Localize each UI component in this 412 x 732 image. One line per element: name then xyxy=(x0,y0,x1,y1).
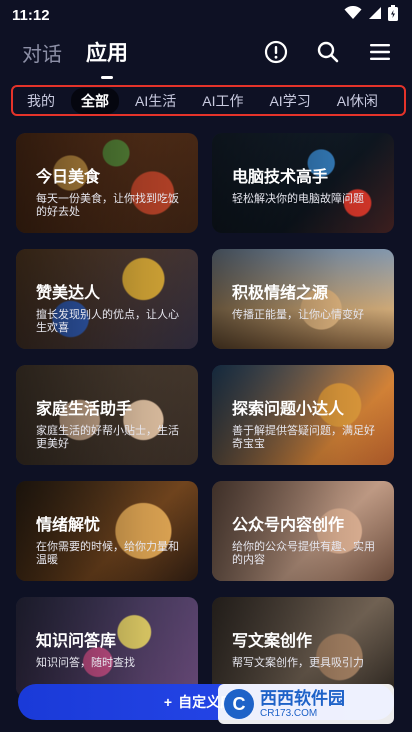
card-description: 知识问答，随时查找 xyxy=(36,657,135,669)
app-header: 对话 应用 xyxy=(0,30,412,74)
tab-chat[interactable]: 对话 xyxy=(22,38,62,67)
card-positive-mood[interactable]: 积极情绪之源 传播正能量，让你心情变好 xyxy=(212,249,394,349)
card-knowledge-qa[interactable]: 知识问答库 知识问答，随时查找 xyxy=(16,597,198,697)
watermark-title: 西西软件园 xyxy=(260,688,345,708)
card-description: 轻松解决你的电脑故障问题 xyxy=(232,193,364,205)
card-description: 擅长发现别人的优点，让人心生欢喜 xyxy=(36,309,179,334)
watermark-logo-icon: C xyxy=(224,689,254,719)
card-food[interactable]: 今日美食 每天一份美食，让你找到吃饭的好去处 xyxy=(16,133,198,233)
card-description: 帮写文案创作，更具吸引力 xyxy=(232,657,364,669)
card-official-account[interactable]: 公众号内容创作 给你的公众号提供有趣、实用的内容 xyxy=(212,481,394,581)
watermark: C 西西软件园 CR173.COM xyxy=(218,684,394,724)
watermark-url: CR173.COM xyxy=(260,707,318,719)
category-bar: 我的 全部 AI生活 AI工作 AI学习 AI休闲 xyxy=(11,85,406,116)
watermark-text: 西西软件园 CR173.COM xyxy=(260,688,345,719)
card-title: 积极情绪之源 xyxy=(232,285,329,302)
alert-icon[interactable] xyxy=(262,38,290,66)
status-bar: 11:12 xyxy=(0,0,412,30)
card-praise[interactable]: 赞美达人 擅长发现别人的优点，让人心生欢喜 xyxy=(16,249,198,349)
card-description: 善于解提供答疑问题，满足好奇宝宝 xyxy=(232,425,375,450)
wifi-icon xyxy=(344,5,362,25)
card-computer-expert[interactable]: 电脑技术高手 轻松解决你的电脑故障问题 xyxy=(212,133,394,233)
card-title: 今日美食 xyxy=(36,169,101,186)
category-all[interactable]: 全部 xyxy=(71,87,119,114)
card-title: 情绪解忧 xyxy=(36,517,101,534)
category-ai-life[interactable]: AI生活 xyxy=(125,88,186,114)
category-ai-study[interactable]: AI学习 xyxy=(259,88,320,114)
card-title: 电脑技术高手 xyxy=(232,169,329,186)
search-icon[interactable] xyxy=(314,38,342,66)
plus-icon: + xyxy=(163,694,173,710)
card-family-helper[interactable]: 家庭生活助手 家庭生活的好帮小贴士，生活更美好 xyxy=(16,365,198,465)
app-card-grid: 今日美食 每天一份美食，让你找到吃饭的好去处 电脑技术高手 轻松解决你的电脑故障… xyxy=(16,133,396,697)
card-description: 给你的公众号提供有趣、实用的内容 xyxy=(232,541,375,566)
card-title: 探索问题小达人 xyxy=(232,401,345,418)
tab-apps[interactable]: 应用 xyxy=(86,37,128,67)
card-copywriting[interactable]: 写文案创作 帮写文案创作，更具吸引力 xyxy=(212,597,394,697)
card-title: 家庭生活助手 xyxy=(36,401,133,418)
signal-icon xyxy=(368,6,382,25)
header-actions xyxy=(262,38,394,66)
card-title: 赞美达人 xyxy=(36,285,101,302)
category-ai-work[interactable]: AI工作 xyxy=(192,88,253,114)
card-title: 公众号内容创作 xyxy=(232,517,345,534)
card-title: 写文案创作 xyxy=(232,633,313,650)
card-question-explorer[interactable]: 探索问题小达人 善于解提供答疑问题，满足好奇宝宝 xyxy=(212,365,394,465)
card-title: 知识问答库 xyxy=(36,633,117,650)
card-description: 传播正能量，让你心情变好 xyxy=(232,309,364,321)
card-description: 每天一份美食，让你找到吃饭的好去处 xyxy=(36,193,179,218)
category-mine[interactable]: 我的 xyxy=(17,88,65,114)
menu-icon[interactable] xyxy=(366,38,394,66)
card-emotion-relief[interactable]: 情绪解忧 在你需要的时候，给你力量和温暖 xyxy=(16,481,198,581)
status-time: 11:12 xyxy=(12,6,50,24)
card-description: 家庭生活的好帮小贴士，生活更美好 xyxy=(36,425,179,450)
battery-icon xyxy=(388,4,398,26)
status-icons xyxy=(344,4,398,26)
category-ai-leisure[interactable]: AI休闲 xyxy=(327,88,388,114)
card-description: 在你需要的时候，给你力量和温暖 xyxy=(36,541,179,566)
